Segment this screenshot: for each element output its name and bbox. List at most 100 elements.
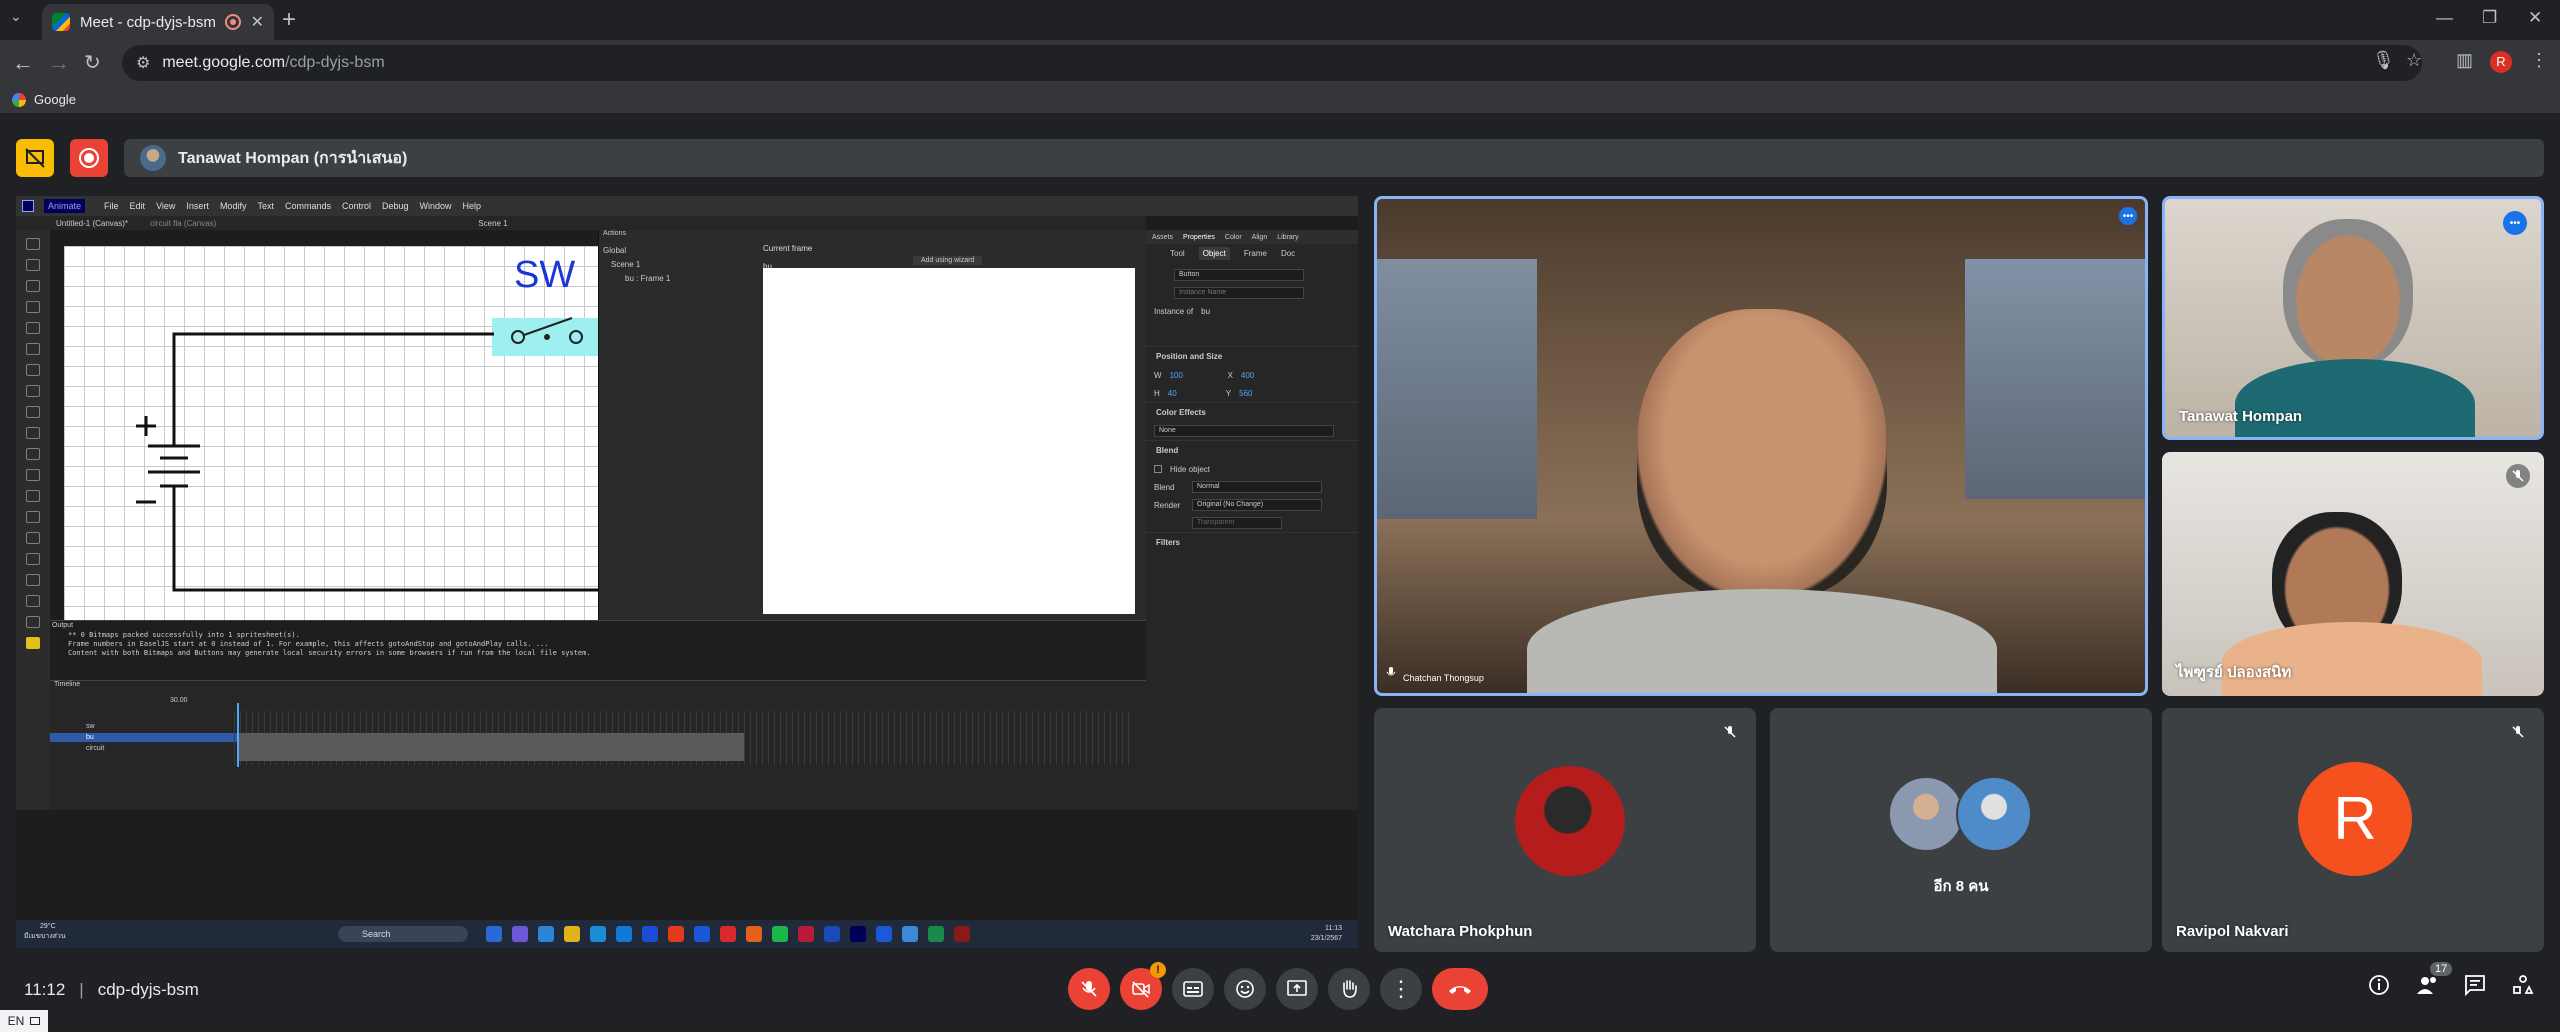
activities-icon[interactable] [2512, 974, 2534, 1001]
site-info-icon[interactable]: ⚙ [136, 53, 150, 73]
bookmark-google[interactable]: Google [34, 92, 76, 107]
w-value: 100 [1169, 370, 1183, 380]
address-bar[interactable]: ⚙ meet.google.com/cdp-dyjs-bsm [122, 45, 2422, 81]
instance-name-row: Instance Name [1146, 284, 1358, 302]
code-pane [763, 268, 1135, 614]
reload-icon[interactable]: ↻ [84, 50, 101, 75]
hy-row: H 40 Y 560 [1154, 388, 1253, 398]
window-close-icon[interactable]: ✕ [2528, 8, 2542, 28]
camera-toggle-button[interactable]: ! [1120, 962, 1166, 1010]
person-silhouette [1637, 309, 1887, 599]
windows-taskbar: 29°C มีเมฆบางส่วน Search 11:13 23/1/2567 [16, 920, 1358, 948]
microphone-icon[interactable]: 🎙 [2372, 50, 2395, 71]
actions-title: Actions [603, 230, 626, 237]
presenter-name: Tanawat Hompan (การนำเสนอ) [178, 149, 408, 167]
present-icon [1287, 980, 1307, 996]
ptab-library: Library [1277, 233, 1299, 241]
hand-icon [1343, 980, 1357, 998]
captions-button[interactable] [1172, 968, 1214, 1010]
add-wizard-button: Add using wizard [913, 256, 983, 265]
animate-stage: SW [64, 246, 598, 620]
menu-window: Window [419, 201, 452, 211]
mic-toggle-button[interactable] [1068, 968, 1110, 1010]
recording-button[interactable] [70, 139, 108, 177]
filters-title: Filters [1146, 532, 1358, 552]
meeting-code[interactable]: cdp-dyjs-bsm [98, 980, 199, 1000]
person-shirt [2235, 359, 2475, 437]
present-button[interactable] [1276, 968, 1318, 1010]
new-tab-icon[interactable]: + [282, 6, 296, 34]
code-editor: Current frame bu Add using wizard [763, 244, 1143, 618]
forward-icon[interactable]: → [48, 50, 70, 76]
keyboard-icon [30, 1017, 41, 1025]
menu-control: Control [341, 201, 371, 211]
tools-panel [16, 230, 50, 810]
output-title: Output [52, 622, 74, 629]
url-path: /cdp-dyjs-bsm [285, 54, 385, 71]
pos-size-title: Position and Size [1146, 346, 1358, 366]
meeting-details-icon[interactable] [2368, 974, 2390, 1001]
participant-tile-others[interactable]: อีก 8 คน [1770, 708, 2152, 952]
language-indicator: EN [0, 1010, 48, 1032]
reactions-button[interactable] [1224, 968, 1266, 1010]
render-label: Render [1154, 500, 1181, 510]
timeline-panel: Timeline 30.00 sw bu circuit [50, 680, 1146, 810]
fps-value: 30.00 [170, 697, 188, 704]
bookmark-star-icon[interactable]: ☆ [2406, 50, 2422, 71]
google-icon [12, 92, 26, 107]
instance-of-value: bu [1201, 306, 1211, 316]
doc-tab-2: circuit fla (Canvas) [150, 218, 217, 228]
participant-tile-paitoon[interactable]: ไพฑูรย์ ปลองสนิท [2162, 452, 2544, 696]
language-code: EN [7, 1014, 25, 1028]
more-options-button[interactable]: ⋮ [1380, 968, 1422, 1010]
hide-object-label: Hide object [1170, 464, 1211, 474]
ptab-assets: Assets [1152, 233, 1174, 241]
taskbar-search: Search [338, 926, 468, 942]
tab-search-icon[interactable]: ⌄ [10, 8, 22, 25]
participant-tile-tanawat[interactable]: Tanawat Hompan ••• [2162, 196, 2544, 440]
otab-doc: Doc [1280, 248, 1296, 258]
menu-icon[interactable]: ⋮ [2530, 50, 2548, 71]
minimize-icon[interactable]: — [2436, 8, 2453, 28]
browser-toolbar: ← → ↻ ⚙ meet.google.com/cdp-dyjs-bsm 🎙 ☆… [0, 40, 2560, 86]
tab-close-icon[interactable]: ✕ [251, 12, 264, 32]
weather-desc: มีเมฆบางส่วน [24, 933, 66, 940]
more-options-icon[interactable]: ••• [2119, 207, 2137, 225]
participant-name: Ravipol Nakvari [2176, 923, 2289, 940]
menu-insert: Insert [186, 201, 209, 211]
raise-hand-button[interactable] [1328, 968, 1370, 1010]
browser-tab[interactable]: Meet - cdp-dyjs-bsm ✕ [42, 4, 274, 40]
blend-row: Blend Normal [1146, 478, 1358, 496]
chat-icon[interactable] [2464, 974, 2486, 1001]
menu-help: Help [462, 201, 482, 211]
instance-of-label: Instance of [1154, 306, 1194, 316]
participant-tile-ravipol[interactable]: R Ravipol Nakvari [2162, 708, 2544, 952]
object-tabs: Tool Object Frame Doc [1146, 244, 1358, 262]
meeting-time: 11:12 [24, 980, 66, 999]
taskbar-time: 11:13 [1325, 925, 1342, 932]
side-panel-icon[interactable]: ▥ [2456, 50, 2473, 71]
end-call-button[interactable] [1432, 968, 1488, 1010]
maximize-icon[interactable]: ❐ [2482, 8, 2497, 28]
otab-tool: Tool [1170, 248, 1185, 258]
render-row: Render Original (No Change) [1146, 496, 1358, 514]
back-icon[interactable]: ← [12, 50, 34, 76]
presenter-bar: Tanawat Hompan (การนำเสนอ) [124, 139, 2544, 177]
menu-text: Text [257, 201, 274, 211]
recording-icon [224, 14, 241, 30]
participant-name: Chatchan Thongsup [1403, 673, 1484, 683]
more-vert-icon: ⋮ [1390, 976, 1412, 1001]
participant-tile-watchara[interactable]: Watchara Phokphun [1374, 708, 1756, 952]
mic-off-icon [1718, 720, 1742, 744]
stop-presenting-button[interactable] [16, 139, 54, 177]
captions-icon [1183, 981, 1203, 997]
instance-name-field: Instance Name [1174, 287, 1304, 299]
meeting-info: 11:12 | cdp-dyjs-bsm [24, 980, 199, 1000]
participant-tile-speaker[interactable]: Chatchan Thongsup ••• [1374, 196, 2148, 696]
profile-avatar[interactable]: R [2490, 51, 2512, 73]
menu-edit: Edit [129, 201, 146, 211]
people-icon[interactable] [2416, 974, 2440, 1001]
menu-commands: Commands [284, 201, 331, 211]
taskbar-clock: 11:13 23/1/2567 [1311, 924, 1342, 944]
more-options-icon[interactable]: ••• [2503, 211, 2527, 235]
